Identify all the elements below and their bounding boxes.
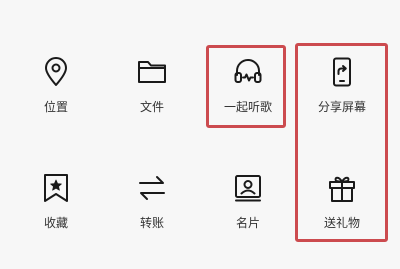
file-label: 文件 (139, 100, 164, 114)
transfer-arrows-icon (136, 172, 168, 204)
send-gift-button[interactable]: 送礼物 (302, 172, 382, 252)
send-gift-label: 送礼物 (323, 216, 360, 230)
share-screen-icon (326, 56, 358, 88)
share-screen-button[interactable]: 分享屏幕 (302, 56, 382, 136)
attachment-panel: 位置 文件 一起听歌 分享屏幕 收藏 转账 名片 送礼物 (0, 0, 400, 269)
business-card-button[interactable]: 名片 (208, 172, 288, 252)
business-card-label: 名片 (235, 216, 260, 230)
location-pin-icon (40, 56, 72, 88)
folder-icon (136, 56, 168, 88)
location-label: 位置 (43, 100, 68, 114)
headphones-icon (232, 56, 264, 88)
file-button[interactable]: 文件 (112, 56, 192, 136)
transfer-button[interactable]: 转账 (112, 172, 192, 252)
listen-together-label: 一起听歌 (223, 100, 272, 114)
gift-icon (326, 172, 358, 204)
favorites-button[interactable]: 收藏 (16, 172, 96, 252)
share-screen-label: 分享屏幕 (317, 100, 366, 114)
bookmark-star-icon (40, 172, 72, 204)
listen-together-button[interactable]: 一起听歌 (208, 56, 288, 136)
favorites-label: 收藏 (43, 216, 68, 230)
transfer-label: 转账 (139, 216, 164, 230)
location-button[interactable]: 位置 (16, 56, 96, 136)
contact-card-icon (232, 172, 264, 204)
